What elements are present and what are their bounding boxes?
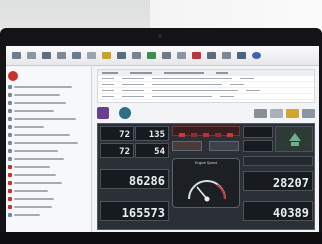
toolbar-button-17[interactable]: [250, 49, 263, 62]
gauge-panel: [243, 126, 273, 138]
laptop-bezel-bottom: [0, 232, 322, 244]
toolbar-button-15[interactable]: [220, 49, 233, 62]
tree-item[interactable]: [8, 108, 89, 114]
module-icon[interactable]: [119, 107, 131, 119]
gauge-value: 54: [154, 147, 165, 157]
toolbar-button-3[interactable]: [40, 49, 53, 62]
tree-item[interactable]: [8, 124, 89, 130]
tree-item[interactable]: [8, 180, 89, 186]
gauge-panel: 40389: [243, 201, 313, 221]
toolbar-button-11[interactable]: [160, 49, 173, 62]
main-panel: 72 135 72 54 86286 165573 Engine Speed 2…: [93, 67, 319, 232]
engine-speed-gauge: Engine Speed: [172, 158, 240, 208]
toolbar-button-10[interactable]: [145, 49, 158, 62]
toolbar-button-7[interactable]: [100, 49, 113, 62]
gauge-value: 72: [119, 130, 130, 140]
tree-item[interactable]: [8, 100, 89, 106]
webcam: [158, 34, 162, 38]
gauge-value: 40389: [272, 206, 309, 220]
warning-bar: [172, 126, 240, 137]
tree-item[interactable]: [8, 84, 89, 90]
toolbar: [6, 46, 319, 66]
gauge-panel: 72: [100, 143, 134, 158]
engine-status-icon: [289, 133, 301, 146]
gauge-panel: [243, 156, 313, 166]
sidebar-tree: [6, 67, 92, 232]
gauge-panel: 28207: [243, 171, 313, 191]
tree-item[interactable]: [8, 156, 89, 162]
status-cell: [209, 141, 239, 151]
toolbar-button-9[interactable]: [130, 49, 143, 62]
tree-item[interactable]: [8, 172, 89, 178]
gauge-panel: 86286: [100, 169, 169, 189]
toolbar-button-6[interactable]: [85, 49, 98, 62]
toolbar-button-8[interactable]: [115, 49, 128, 62]
gauge-value: 135: [148, 130, 165, 140]
gauge-value: 165573: [121, 206, 165, 220]
module-icons: [97, 107, 131, 119]
status-icon[interactable]: [254, 109, 267, 118]
laptop: 72 135 72 54 86286 165573 Engine Speed 2…: [0, 28, 322, 244]
tree-item[interactable]: [8, 116, 89, 122]
toolbar-button-16[interactable]: [235, 49, 248, 62]
module-icon[interactable]: [97, 107, 109, 119]
gauge-panel: 54: [135, 143, 169, 158]
app-window: 72 135 72 54 86286 165573 Engine Speed 2…: [6, 46, 319, 232]
status-icons: [254, 109, 315, 118]
data-list-table: [97, 69, 315, 103]
dashboard: 72 135 72 54 86286 165573 Engine Speed 2…: [97, 123, 315, 230]
gauge-panel: 135: [135, 126, 169, 141]
tree-item[interactable]: [8, 148, 89, 154]
toolbar-button-1[interactable]: [10, 49, 23, 62]
warning-lights-icon: [179, 133, 233, 137]
table-row[interactable]: [98, 94, 314, 100]
gauge-value: 28207: [272, 176, 309, 190]
toolbar-button-14[interactable]: [205, 49, 218, 62]
speedometer-dial-icon: [188, 180, 226, 202]
tree-item[interactable]: [8, 204, 89, 210]
toolbar-button-2[interactable]: [25, 49, 38, 62]
toolbar-button-13[interactable]: [190, 49, 203, 62]
sidebar-header: [8, 70, 89, 82]
status-icon[interactable]: [270, 109, 283, 118]
status-icon[interactable]: [286, 109, 299, 118]
status-cell: [172, 141, 202, 151]
toolbar-button-12[interactable]: [175, 49, 188, 62]
tree-item[interactable]: [8, 140, 89, 146]
toolbar-button-5[interactable]: [70, 49, 83, 62]
tree-item[interactable]: [8, 212, 89, 218]
brand-logo-icon: [8, 71, 18, 81]
gauge-panel: [275, 126, 313, 152]
gauge-value: 72: [119, 147, 130, 157]
tree-item[interactable]: [8, 196, 89, 202]
tree-item[interactable]: [8, 92, 89, 98]
gauge-panel: 165573: [100, 201, 169, 221]
tree-item[interactable]: [8, 132, 89, 138]
gauge-panel: [243, 140, 273, 152]
tree-item[interactable]: [8, 188, 89, 194]
status-icon[interactable]: [302, 109, 315, 118]
gauge-value: 86286: [128, 174, 165, 188]
tree-item[interactable]: [8, 164, 89, 170]
toolbar-button-4[interactable]: [55, 49, 68, 62]
gauge-panel: 72: [100, 126, 134, 141]
